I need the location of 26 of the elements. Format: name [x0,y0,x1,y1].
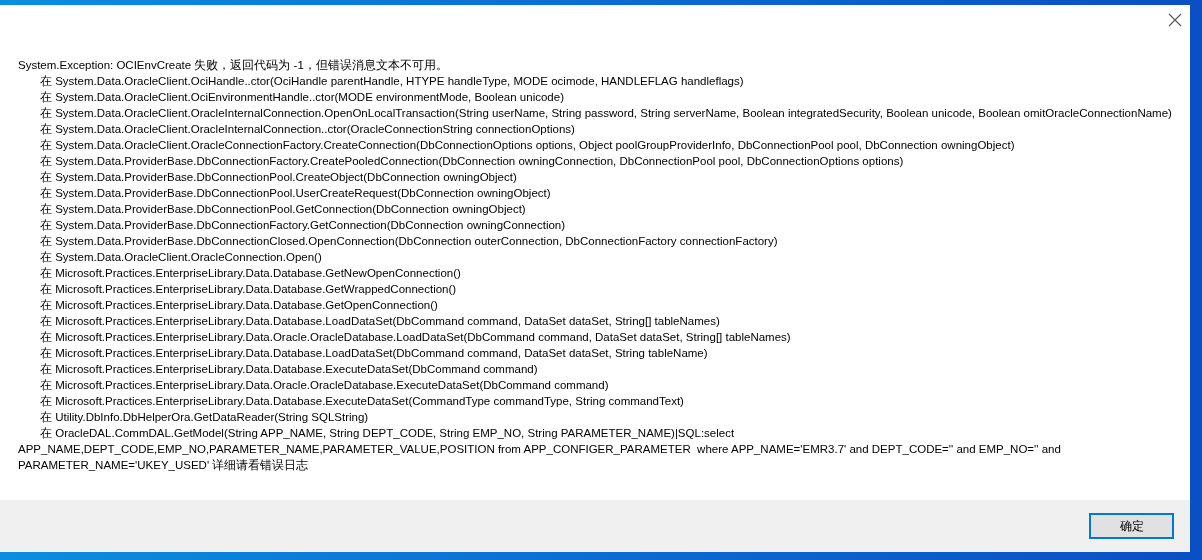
ok-button[interactable]: 确定 [1089,513,1174,539]
close-icon[interactable] [1168,13,1182,27]
stack-trace-line: 在 System.Data.OracleClient.OciEnvironmentHandle..ctor(MODE environmentMode, Boolean unicode) [39,90,565,105]
stack-trace-line: 在 Microsoft.Practices.EnterpriseLibrary.Data.Database.LoadDataSet(DbCommand command, DataSet dataSet, String[] tableNames) [39,314,721,329]
stack-trace-line: 在 System.Data.ProviderBase.DbConnectionFactory.GetConnection(DbConnection owningConnection) [39,218,567,233]
stack-trace-line: 在 System.Data.ProviderBase.DbConnectionClosed.OpenConnection(DbConnection outerConnection, DbConnectionFactory connectionFactory) [39,234,779,249]
error-message: System.Exception: OCIEnvCreate 失败，返回代码为 -1，但错误消息文本不可用。 [18,58,449,73]
stack-trace-line: 在 Microsoft.Practices.EnterpriseLibrary.Data.Database.LoadDataSet(DbCommand command, DataSet dataSet, String tableName) [39,346,709,361]
stack-trace-line: 在 Utility.DbInfo.DbHelperOra.GetDataReader(String SQLString) [39,410,370,425]
stack-trace-line: 在 System.Data.OracleClient.OracleInternalConnection.OpenOnLocalTransaction(String userName, String password, String serverName, Boolean integratedSecurity, Boolean unicode, Boolean omitOracleConnectionName) [39,106,1172,121]
stack-trace-line: 在 Microsoft.Practices.EnterpriseLibrary.Data.Database.GetNewOpenConnection() [39,266,462,281]
stack-trace-line: 在 Microsoft.Practices.EnterpriseLibrary.Data.Database.ExecuteDataSet(CommandType commandType, String commandText) [39,394,685,409]
stack-trace-line: 在 Microsoft.Practices.EnterpriseLibrary.Data.Oracle.OracleDatabase.ExecuteDataSet(DbCommand command) [39,378,610,393]
stack-trace-line: 在 Microsoft.Practices.EnterpriseLibrary.Data.Oracle.OracleDatabase.LoadDataSet(DbCommand command, DataSet dataSet, String[] tableNames) [39,330,792,345]
stack-trace-line: 在 System.Data.OracleClient.OracleConnection.Open() [39,250,323,265]
stack-trace-line: 在 System.Data.ProviderBase.DbConnectionPool.CreateObject(DbConnection owningObject) [39,170,518,185]
stack-trace-line: 在 System.Data.ProviderBase.DbConnectionFactory.CreatePooledConnection(DbConnection owningConnection, DbConnectionPool pool, DbConnectionOptions options) [39,154,905,169]
stack-trace-line: 在 Microsoft.Practices.EnterpriseLibrary.Data.Database.GetOpenConnection() [39,298,439,313]
stack-trace-line: 在 System.Data.OracleClient.OciHandle..ctor(OciHandle parentHandle, HTYPE handleType, MODE ocimode, HANDLEFLAG handleflags) [39,74,745,89]
stack-trace-line: 在 System.Data.ProviderBase.DbConnectionPool.GetConnection(DbConnection owningObject) [39,202,527,217]
stack-trace-line: 在 Microsoft.Practices.EnterpriseLibrary.Data.Database.ExecuteDataSet(DbCommand command) [39,362,539,377]
stack-trace-line: 在 System.Data.ProviderBase.DbConnectionPool.UserCreateRequest(DbConnection owningObject) [39,186,552,201]
stack-trace-line: 在 System.Data.OracleClient.OracleConnectionFactory.CreateConnection(DbConnectionOptions options, Object poolGroupProviderInfo, DbConnectionPool pool, DbConnection owningObject) [39,138,1016,153]
stack-trace-line: 在 OracleDAL.CommDAL.GetModel(String APP_NAME, String DEPT_CODE, String EMP_NO, String PARAMETER_NAME)|SQL:select APP_NAME,DEPT_CODE,EMP_NO,PARAMETER_NAME,PARAMETER_VALUE,POSITION from APP_CONFIGER_PARAMETER where APP_NAME='EMR3.7' and DEPT_CODE='' and EMP_NO='' and PARAMETER_NAME='UKEY_USED' 详细请看错误日志 [18,426,1062,473]
stack-trace-line: 在 Microsoft.Practices.EnterpriseLibrary.Data.Database.GetWrappedConnection() [39,282,458,297]
stack-trace-line: 在 System.Data.OracleClient.OracleInternalConnection..ctor(OracleConnectionString connectionOptions) [39,122,576,137]
